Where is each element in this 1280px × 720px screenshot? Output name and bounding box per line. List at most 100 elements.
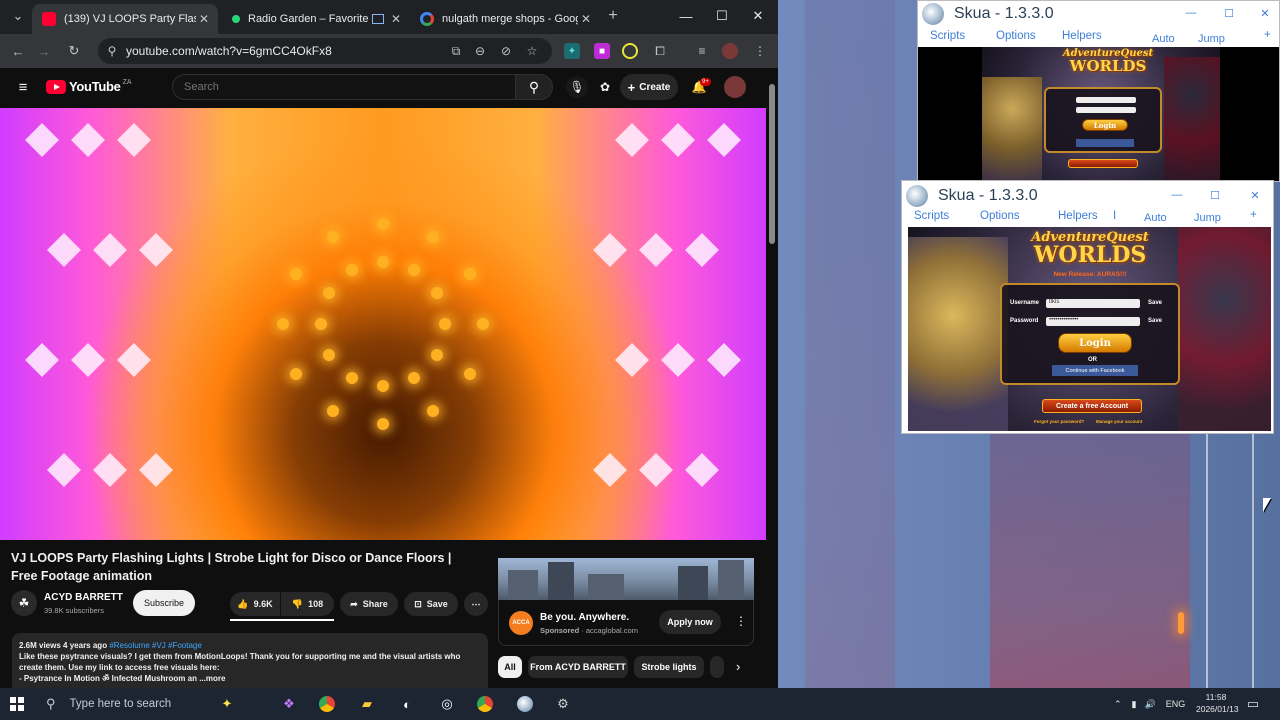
add-icon[interactable]: + xyxy=(1250,209,1257,221)
apply-now-button[interactable]: Apply now xyxy=(659,610,721,634)
tab-youtube[interactable]: (139) VJ LOOPS Party Flashing L ✕ xyxy=(32,4,218,34)
save-checkbox-label[interactable]: Save xyxy=(1148,300,1162,306)
minimize-icon[interactable]: — xyxy=(1170,188,1184,202)
close-icon[interactable]: ✕ xyxy=(1258,6,1272,20)
create-account-button[interactable]: Create a free Account xyxy=(1042,399,1142,413)
hamburger-menu-icon[interactable]: ≡ xyxy=(12,76,34,98)
username-field[interactable]: tlkls xyxy=(1046,299,1140,308)
tab-google-search[interactable]: nulgath merge shops - Google S ✕ xyxy=(410,4,600,34)
channel-info[interactable]: ☘ ACYD BARRETT 39.8K subscribers xyxy=(11,590,123,616)
minimize-button[interactable]: — xyxy=(668,0,704,32)
extensions-puzzle-icon[interactable]: ⧠ xyxy=(652,43,668,59)
maximize-icon[interactable]: ☐ xyxy=(1208,188,1222,202)
create-account-button[interactable] xyxy=(1068,159,1138,168)
username-field[interactable] xyxy=(1076,97,1136,103)
app-icon[interactable]: ◐ xyxy=(396,694,418,714)
usb-drive-icon[interactable]: ▮ xyxy=(1132,699,1137,710)
menu-options[interactable]: Options xyxy=(980,210,1020,222)
menu-helpers[interactable]: Helpers xyxy=(1058,210,1098,222)
media-controls-icon[interactable]: ≡ xyxy=(694,43,710,59)
extension-puzzle-icon[interactable]: ✿ xyxy=(594,76,616,98)
browser-menu-icon[interactable]: ⋮ xyxy=(752,43,768,59)
channel-name[interactable]: ACYD BARRETT xyxy=(44,592,123,603)
tracking-off-icon[interactable]: ⊘ xyxy=(498,43,514,59)
volume-icon[interactable]: 🔊 xyxy=(1145,699,1156,710)
login-button[interactable]: Login xyxy=(1082,119,1128,131)
save-checkbox-label[interactable]: Save xyxy=(1148,318,1162,324)
windows-start-icon[interactable] xyxy=(6,694,28,714)
menu-scripts[interactable]: Scripts xyxy=(914,210,949,222)
menu-truncated[interactable]: I xyxy=(1113,210,1116,222)
chevron-right-icon[interactable]: › xyxy=(736,659,740,674)
close-icon[interactable]: ✕ xyxy=(1248,188,1262,202)
site-info-icon[interactable]: ⚲ xyxy=(104,43,120,59)
more-actions-button[interactable]: ⋯ xyxy=(464,592,488,616)
back-arrow-icon[interactable]: ← xyxy=(8,41,28,61)
ad-more-icon[interactable]: ⋮ xyxy=(735,614,747,628)
close-tab-icon[interactable]: ✕ xyxy=(578,12,594,26)
game-viewport[interactable]: AdventureQuest WORLDS Login xyxy=(918,47,1279,181)
chip-strobe-lights[interactable]: Strobe lights xyxy=(634,656,704,678)
ad-banner-image[interactable] xyxy=(498,558,754,600)
extension-icon[interactable]: ■ xyxy=(594,43,610,59)
menu-helpers[interactable]: Helpers xyxy=(1062,30,1102,42)
facebook-login-button[interactable] xyxy=(1076,139,1134,147)
password-field[interactable]: •••••••••••••• xyxy=(1046,317,1140,326)
voice-search-mic-icon[interactable]: 🎙 xyxy=(566,76,588,98)
sparkle-widget-icon[interactable]: ✦ xyxy=(216,694,238,714)
manage-account-link[interactable]: Manage your account xyxy=(1096,419,1142,424)
ad-card[interactable]: ACCA Be you. Anywhere. Sponsored · accag… xyxy=(498,600,754,646)
hashtags[interactable]: #Resolume #VJ #Footage xyxy=(109,641,202,650)
save-button[interactable]: ⊡ Save xyxy=(404,592,458,616)
zoom-icon[interactable]: ⊖ xyxy=(472,43,488,59)
create-button[interactable]: + Create xyxy=(620,74,678,100)
forgot-password-link[interactable]: Forgot your password? xyxy=(1034,419,1084,424)
search-input[interactable] xyxy=(173,75,515,99)
subscribe-button[interactable]: Subscribe xyxy=(133,590,195,616)
chevron-up-icon[interactable]: ⌃ xyxy=(1114,699,1122,710)
reload-icon[interactable]: ↻ xyxy=(64,41,84,61)
tab-radio-garden[interactable]: Radio Garden – Favorites ✕ xyxy=(220,4,410,34)
login-button[interactable]: Login xyxy=(1058,333,1132,353)
minimize-icon[interactable]: — xyxy=(1184,6,1198,20)
dislike-button[interactable]: 👎 108 xyxy=(281,592,334,616)
chrome-icon-alt[interactable] xyxy=(474,694,496,714)
facebook-login-button[interactable]: Continue with Facebook xyxy=(1052,365,1138,376)
channel-avatar[interactable]: ☘ xyxy=(11,590,37,616)
maximize-icon[interactable]: ☐ xyxy=(1222,6,1236,20)
settings-gear-icon[interactable]: ⚙ xyxy=(552,694,574,714)
game-viewport[interactable]: AdventureQuest WORLDS New Release: AURAS… xyxy=(908,227,1271,431)
description-more-link[interactable]: - Psytrance In Motion ॐ Infected Mushroo… xyxy=(19,673,481,684)
youtube-logo[interactable]: YouTube ZA xyxy=(46,79,132,94)
copilot-icon[interactable]: ❖ xyxy=(278,694,300,714)
skua-title-bar[interactable]: Skua - 1.3.3.0 — ☐ ✕ xyxy=(902,183,1273,209)
chrome-icon[interactable] xyxy=(316,694,338,714)
language-indicator[interactable]: ENG xyxy=(1166,699,1186,709)
menu-auto[interactable]: Auto xyxy=(1152,33,1175,45)
chip-partial[interactable] xyxy=(710,656,724,678)
video-player[interactable] xyxy=(0,108,766,540)
menu-auto[interactable]: Auto xyxy=(1144,212,1167,224)
app-icon[interactable]: ◎ xyxy=(436,694,458,714)
profile-avatar[interactable] xyxy=(722,43,738,59)
add-icon[interactable]: + xyxy=(1264,29,1271,41)
scrollbar-thumb[interactable] xyxy=(769,84,775,244)
menu-jump[interactable]: Jump xyxy=(1194,212,1221,224)
search-button[interactable]: ⚲ xyxy=(515,74,553,100)
taskbar-clock[interactable]: 11:58 2026/01/13 xyxy=(1196,691,1239,715)
bookmark-star-icon[interactable]: ☆ xyxy=(524,43,540,59)
skua-taskbar-icon[interactable] xyxy=(514,694,536,714)
menu-scripts[interactable]: Scripts xyxy=(930,30,965,42)
chip-all[interactable]: All xyxy=(498,656,522,678)
close-tab-icon[interactable]: ✕ xyxy=(388,12,404,26)
new-tab-button[interactable]: + xyxy=(603,6,623,26)
password-field[interactable] xyxy=(1076,107,1136,113)
extension-icon[interactable] xyxy=(622,43,638,59)
like-button[interactable]: 👍 9.6K xyxy=(230,592,280,616)
description-box[interactable]: 2.6M views 4 years ago #Resolume #VJ #Fo… xyxy=(12,633,488,688)
share-button[interactable]: ➦ Share xyxy=(340,592,398,616)
file-explorer-icon[interactable]: ▰ xyxy=(356,694,378,714)
install-app-icon[interactable]: ⧉ xyxy=(448,43,464,59)
maximize-button[interactable]: ☐ xyxy=(704,0,740,32)
extension-icon[interactable]: ✦ xyxy=(564,43,580,59)
